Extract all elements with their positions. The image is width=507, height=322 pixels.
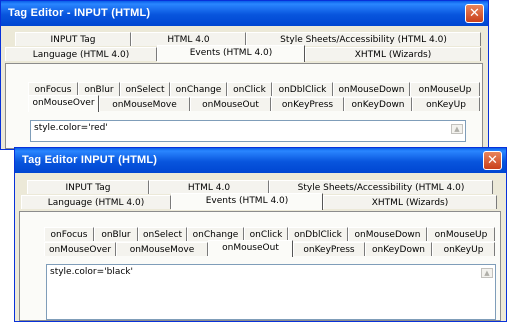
window-title: Tag Editor - INPUT (HTML) [8, 7, 151, 19]
events-panel: onFocus onBlur onSelect onChange onClick… [19, 211, 501, 321]
event-tab-onkeydown[interactable]: onKeyDown [365, 242, 432, 256]
window-title: Tag Editor INPUT (HTML) [22, 154, 158, 166]
event-tab-ondblclick[interactable]: onDblClick [272, 82, 333, 96]
event-tabs-row2: onMouseOver onMouseMove onMouseOut onKey… [28, 95, 480, 112]
event-tab-onchange[interactable]: onChange [170, 82, 227, 96]
event-tab-onfocus[interactable]: onFocus [28, 82, 78, 96]
tab-row-bottom: Language (HTML 4.0) Events (HTML 4.0) XH… [5, 45, 481, 62]
tab-row-bottom: Language (HTML 4.0) Events (HTML 4.0) XH… [21, 193, 497, 210]
event-tabs-row2: onMouseOver onMouseMove onMouseOut onKey… [44, 240, 495, 257]
event-tab-onkeypress[interactable]: onKeyPress [293, 242, 365, 256]
event-tab-onmousemove[interactable]: onMouseMove [116, 242, 208, 256]
tab-language[interactable]: Language (HTML 4.0) [5, 47, 157, 61]
event-tab-onblur[interactable]: onBlur [94, 227, 138, 241]
tab-input-tag[interactable]: INPUT Tag [27, 180, 149, 194]
event-tab-onclick[interactable]: onClick [244, 227, 288, 241]
event-tab-onmouseover[interactable]: onMouseOver [28, 95, 99, 112]
scroll-up-arrow-icon: ▲ [454, 125, 460, 133]
close-icon: ✕ [487, 153, 498, 168]
tag-editor-window-front: Tag Editor INPUT (HTML) ✕ INPUT Tag HTML… [14, 147, 507, 322]
close-button[interactable]: ✕ [465, 4, 484, 23]
event-tab-onkeydown[interactable]: onKeyDown [344, 97, 412, 111]
event-tab-onmousedown[interactable]: onMouseDown [348, 227, 427, 241]
tab-style-sheets[interactable]: Style Sheets/Accessibility (HTML 4.0) [246, 32, 481, 46]
tab-events[interactable]: Events (HTML 4.0) [157, 45, 305, 62]
tag-editor-window-back: Tag Editor - INPUT (HTML) ✕ INPUT Tag HT… [0, 0, 489, 150]
event-tab-onmouseover[interactable]: onMouseOver [44, 242, 116, 256]
event-tab-onkeypress[interactable]: onKeyPress [271, 97, 344, 111]
tab-html-4[interactable]: HTML 4.0 [149, 180, 269, 194]
event-tab-onmouseup[interactable]: onMouseUp [410, 82, 480, 96]
scroll-up-button[interactable]: ▲ [481, 268, 493, 278]
event-tab-onmouseout[interactable]: onMouseOut [190, 97, 271, 111]
event-tab-ondblclick[interactable]: onDblClick [288, 227, 348, 241]
event-tab-onclick[interactable]: onClick [227, 82, 272, 96]
close-button[interactable]: ✕ [483, 151, 502, 170]
events-panel: onFocus onBlur onSelect onChange onClick… [5, 63, 483, 149]
event-tab-onselect[interactable]: onSelect [138, 227, 187, 241]
event-tab-onmousedown[interactable]: onMouseDown [333, 82, 410, 96]
event-tab-onfocus[interactable]: onFocus [44, 227, 94, 241]
event-tab-onmousemove[interactable]: onMouseMove [99, 97, 190, 111]
close-icon: ✕ [469, 6, 480, 21]
editor-text: style.color='black' [50, 267, 133, 277]
tab-xhtml-wizards[interactable]: XHTML (Wizards) [323, 195, 497, 209]
tab-html-4[interactable]: HTML 4.0 [131, 32, 246, 46]
editor-text: style.color='red' [34, 123, 108, 133]
tab-language[interactable]: Language (HTML 4.0) [21, 195, 171, 209]
event-tab-onblur[interactable]: onBlur [78, 82, 120, 96]
event-tab-onmouseup[interactable]: onMouseUp [427, 227, 495, 241]
event-tab-onkeyup[interactable]: onKeyUp [432, 242, 495, 256]
scroll-up-arrow-icon: ▲ [484, 269, 490, 277]
title-bar[interactable]: Tag Editor INPUT (HTML) ✕ [15, 148, 506, 173]
event-script-editor[interactable]: style.color='black' ▲ [46, 264, 496, 320]
event-tab-onmouseout[interactable]: onMouseOut [208, 240, 293, 257]
title-bar[interactable]: Tag Editor - INPUT (HTML) ✕ [1, 1, 488, 26]
event-tab-onchange[interactable]: onChange [187, 227, 244, 241]
tab-events[interactable]: Events (HTML 4.0) [171, 193, 323, 210]
tab-xhtml-wizards[interactable]: XHTML (Wizards) [305, 47, 481, 61]
event-script-editor[interactable]: style.color='red' ▲ [30, 120, 466, 142]
event-tab-onselect[interactable]: onSelect [120, 82, 170, 96]
scroll-up-button[interactable]: ▲ [451, 124, 463, 134]
event-tab-onkeyup[interactable]: onKeyUp [412, 97, 480, 111]
tab-style-sheets[interactable]: Style Sheets/Accessibility (HTML 4.0) [269, 180, 493, 194]
tab-input-tag[interactable]: INPUT Tag [15, 32, 131, 46]
